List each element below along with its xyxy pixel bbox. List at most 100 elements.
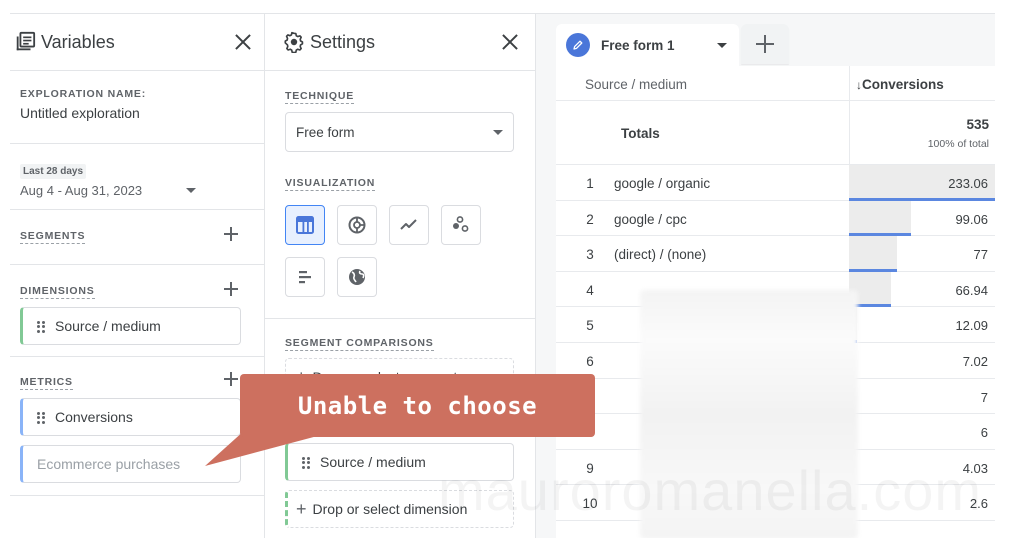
donut-chart-icon [348, 216, 366, 234]
close-variables-icon[interactable] [232, 31, 254, 53]
gear-icon [283, 31, 305, 53]
row-metric-cell: 66.94 [849, 271, 995, 307]
visualization-options [285, 205, 515, 297]
line-chart-icon [400, 219, 417, 230]
table-header: Source / medium ↓Conversions [556, 66, 995, 101]
dimension-chip[interactable]: Source / medium [20, 307, 241, 345]
row-metric-value: 7 [980, 389, 988, 405]
table-row[interactable]: 2 google / cpc 99.06 [556, 200, 995, 237]
drop-dimension-target[interactable]: + Drop or select dimension [285, 490, 514, 528]
row-metric-value: 7.02 [962, 353, 988, 369]
chevron-down-icon [493, 129, 503, 135]
table-row[interactable]: 3 (direct) / (none) 77 [556, 236, 995, 272]
plus-icon: + [296, 498, 307, 519]
tab-free-form-1[interactable]: Free form 1 [556, 24, 739, 66]
exploration-name-section: EXPLORATION NAME: Untitled exploration [10, 71, 264, 144]
viz-geo-button[interactable] [337, 257, 377, 297]
row-metric-value: 99.06 [955, 211, 988, 227]
exploration-workspace: Variables EXPLORATION NAME: Untitled exp… [10, 13, 995, 538]
row-rank: 4 [586, 282, 594, 298]
totals-label: Totals [621, 126, 660, 141]
totals-value-cell: 535 100% of total [849, 101, 995, 164]
row-rank: 5 [586, 318, 594, 334]
row-rank: 2 [586, 211, 594, 227]
plus-icon [756, 35, 774, 53]
settings-title: Settings [310, 31, 376, 52]
row-rank: 9 [586, 460, 594, 476]
segment-comparisons-label: SEGMENT COMPARISONS [285, 337, 434, 351]
segments-label: SEGMENTS [20, 230, 86, 244]
table-row[interactable]: 1 google / organic 233.06 [556, 165, 995, 201]
segments-section: SEGMENTS [10, 210, 264, 265]
row-value-bar [849, 236, 898, 272]
variables-header: Variables [10, 14, 264, 71]
add-tab-button[interactable] [741, 24, 789, 64]
exploration-name-label: EXPLORATION NAME: [20, 88, 146, 100]
exploration-name-field[interactable]: Untitled exploration [20, 105, 254, 121]
row-rank: 10 [582, 496, 598, 512]
row-metric-cell: 12.09 [849, 307, 995, 343]
add-segment-icon[interactable] [224, 227, 238, 241]
metrics-section: METRICS Conversions Ecommerce purchases [10, 357, 264, 496]
dimension-column-header[interactable]: Source / medium [556, 66, 849, 100]
totals-value: 535 [966, 117, 989, 132]
technique-select[interactable]: Free form [285, 112, 514, 152]
viz-table-button[interactable] [285, 205, 325, 245]
row-metric-cell: 99.06 [849, 200, 995, 236]
bar-chart-icon [299, 271, 311, 284]
conversions-column-header[interactable]: ↓Conversions [849, 66, 995, 100]
free-form-table: Source / medium ↓Conversions Totals 535 … [556, 66, 995, 538]
drag-handle-icon[interactable] [37, 411, 45, 424]
variables-title: Variables [41, 31, 115, 52]
viz-bar-button[interactable] [285, 257, 325, 297]
row-metric-cell: 2.6 [849, 485, 995, 521]
viz-line-button[interactable] [389, 205, 429, 245]
dimensions-label: DIMENSIONS [20, 285, 95, 299]
table-icon [296, 216, 314, 234]
row-metric-cell: 7 [849, 378, 995, 414]
globe-icon [349, 269, 365, 285]
row-metric-value: 77 [973, 247, 988, 263]
row-metric-cell: 7.02 [849, 342, 995, 379]
technique-value: Free form [296, 124, 355, 140]
date-range-value: Aug 4 - Aug 31, 2023 [20, 183, 143, 198]
row-metric-value: 2.6 [969, 496, 988, 512]
settings-header: Settings [265, 14, 535, 71]
viz-donut-button[interactable] [337, 205, 377, 245]
row-metric-value: 12.09 [955, 318, 988, 334]
drag-handle-icon[interactable] [37, 320, 45, 333]
add-metric-icon[interactable] [224, 372, 238, 386]
row-dimension-value: google / cpc [614, 211, 687, 227]
visualization-label: VISUALIZATION [285, 177, 376, 191]
add-dimension-icon[interactable] [224, 282, 238, 296]
row-rank: 6 [586, 353, 594, 369]
canvas-area: Free form 1 Source / medium ↓Conversions… [536, 14, 995, 538]
date-preset-badge: Last 28 days [20, 164, 87, 179]
row-metric-value: 66.94 [955, 282, 988, 298]
row-metric-value: 6 [980, 425, 988, 441]
row-rank: 3 [586, 247, 594, 263]
row-metric-cell: 4.03 [849, 449, 995, 485]
row-dimension-value: (direct) / (none) [614, 247, 707, 263]
tab-bar: Free form 1 [536, 14, 995, 66]
pencil-icon[interactable] [566, 33, 590, 57]
technique-section: TECHNIQUE Free form VISUALIZATION [265, 71, 535, 319]
row-metric-value: 233.06 [948, 176, 988, 191]
row-metric-cell: 6 [849, 414, 995, 450]
chevron-down-icon [186, 188, 196, 193]
variables-icon [14, 31, 36, 53]
tab-menu-chevron-icon[interactable] [717, 42, 727, 48]
totals-row: Totals 535 100% of total [556, 101, 995, 165]
close-settings-icon[interactable] [499, 31, 521, 53]
technique-label: TECHNIQUE [285, 90, 355, 104]
dimensions-section: DIMENSIONS Source / medium [10, 265, 264, 357]
row-dimension-value: google / organic [614, 176, 711, 191]
row-value-bar [849, 200, 912, 236]
viz-scatter-button[interactable] [441, 205, 481, 245]
row-rank: 1 [586, 176, 594, 191]
metric-header-label: Conversions [862, 77, 944, 92]
metric-chip-label: Conversions [55, 409, 133, 425]
row-metric-value: 4.03 [962, 460, 988, 476]
date-range-picker[interactable]: Last 28 days Aug 4 - Aug 31, 2023 [10, 144, 264, 210]
redacted-dimension-values [640, 290, 858, 538]
